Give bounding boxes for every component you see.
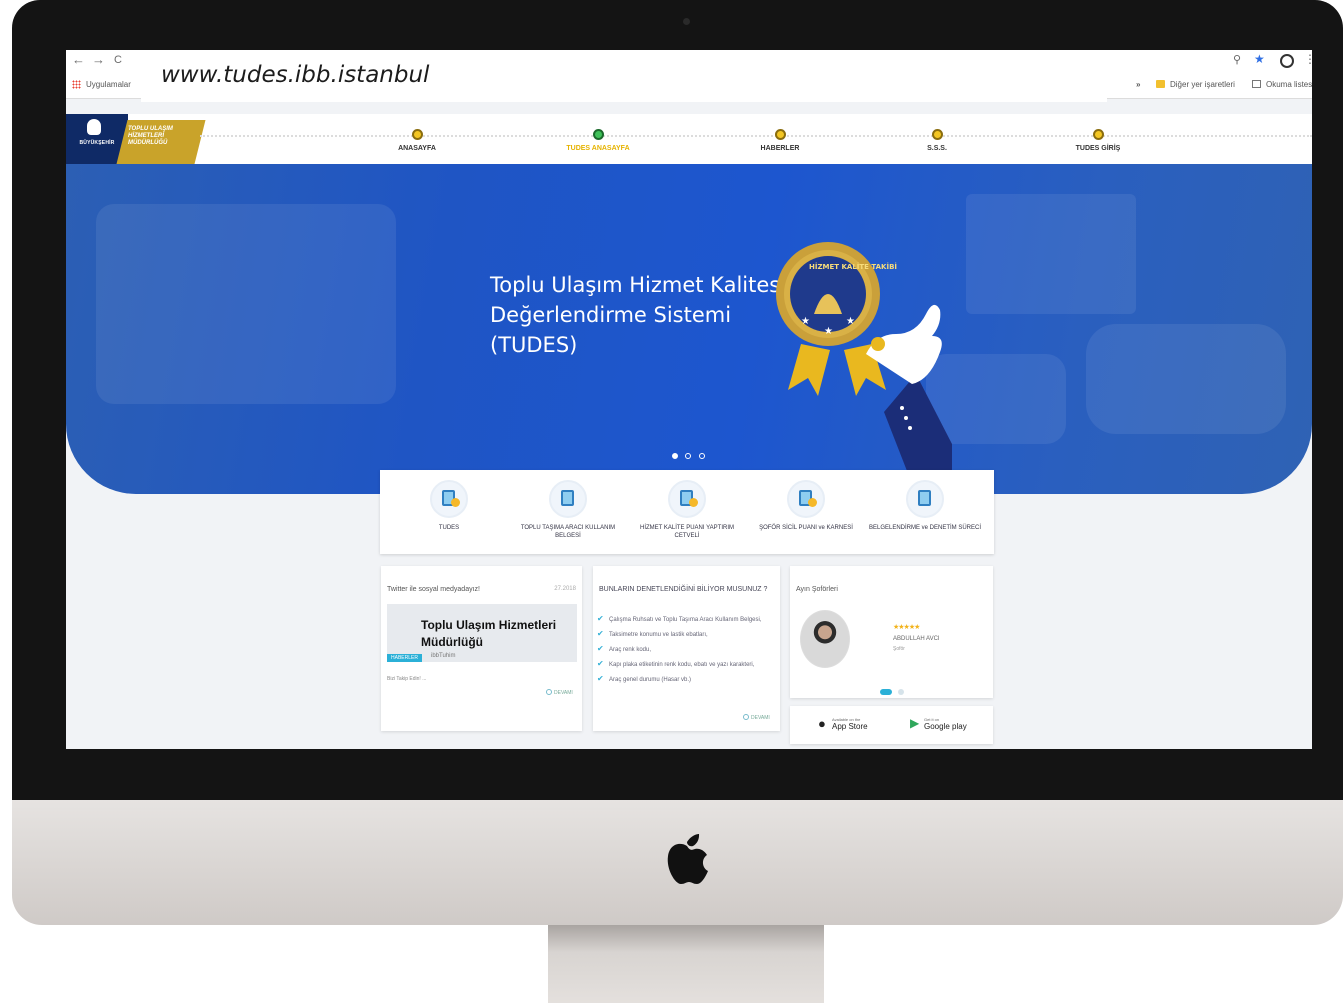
nav-dot — [931, 129, 943, 140]
apps-bookmark[interactable]: Uygulamalar — [86, 80, 131, 89]
nav-label: ANASAYFA — [398, 145, 436, 152]
folder-icon — [1156, 80, 1165, 88]
carousel-dots — [672, 446, 712, 459]
social-card-date: 27.2018 — [554, 586, 576, 592]
quick-link-certification[interactable]: BELGELENDİRME ve DENETİM SÜRECİ — [866, 480, 984, 532]
nav-item-sss[interactable]: S.S.S. — [892, 129, 982, 152]
star-icon[interactable]: ★ — [1254, 52, 1265, 66]
rating-stars: ★★★★★ — [893, 624, 920, 631]
back-button[interactable]: ← — [72, 53, 85, 67]
list-item: Araç genel durumu (Hasar vb.) — [597, 675, 781, 684]
inspection-list: Çalışma Ruhsatı ve Toplu Taşıma Aracı Ku… — [597, 615, 781, 691]
screen: ← → C ⚲ ★ ⋮ Uygulamalar » Diğer yer işar… — [66, 50, 1312, 749]
app-download-card: ● Available on the App Store ▶ Get it on… — [790, 706, 993, 744]
drivers-slider-dots — [880, 682, 906, 700]
nav-item-tudes-giris[interactable]: TUDES GİRİŞ — [1053, 129, 1143, 152]
google-play-label: Google play — [924, 722, 967, 731]
imac-stand — [548, 925, 824, 1003]
quick-link-label: HİZMET KALİTE PUANI YAPTIRIM CETVELİ — [639, 525, 735, 539]
slider-dot-2[interactable] — [898, 689, 905, 695]
svg-text:★: ★ — [801, 316, 810, 327]
app-store-label: App Store — [832, 722, 868, 731]
url-text[interactable]: www.tudes.ibb.istanbul — [161, 62, 429, 88]
search-icon[interactable]: ⚲ — [1233, 53, 1241, 66]
quick-link-sanction-table[interactable]: HİZMET KALİTE PUANI YAPTIRIM CETVELİ — [628, 480, 746, 540]
driver-role: Şoför — [893, 646, 905, 652]
social-media-card: Twitter ile sosyal medyadayız! 27.2018 T… — [381, 566, 582, 731]
nav-dot — [411, 129, 423, 140]
google-play-icon: ▶ — [910, 716, 920, 730]
nav-label: S.S.S. — [927, 145, 947, 152]
apple-icon: ● — [818, 716, 826, 731]
ibb-emblem-icon — [87, 119, 101, 135]
other-bookmarks[interactable]: Diğer yer işaretleri — [1170, 80, 1235, 89]
driver-name: ABDULLAH AVCI — [893, 636, 940, 642]
nav-dot-active — [592, 129, 604, 140]
document-icon — [549, 480, 587, 518]
list-item: Kapı plaka etiketinin renk kodu, ebatı v… — [597, 660, 781, 669]
profile-icon[interactable] — [1280, 54, 1294, 68]
follow-text: Bizi Takip Edin! ... — [387, 676, 427, 682]
nav-item-anasayfa[interactable]: ANASAYFA — [372, 129, 462, 152]
seal-label: HİZMET KALİTE TAKİBİ — [809, 262, 897, 271]
nav-dot — [774, 129, 786, 140]
social-card-header: Twitter ile sosyal medyadayız! — [387, 586, 480, 593]
site-logo[interactable]: BÜYÜKŞEHİR TOPLU ULAŞIM HİZMETLERİ MÜDÜR… — [66, 114, 206, 164]
nav-label: TUDES ANASAYFA — [566, 145, 630, 152]
site-header: BÜYÜKŞEHİR TOPLU ULAŞIM HİZMETLERİ MÜDÜR… — [66, 114, 1312, 164]
apps-grid-icon[interactable] — [72, 80, 81, 89]
social-more-link[interactable]: DEVAMI — [546, 689, 573, 696]
quick-link-label: TOPLU TAŞIMA ARACI KULLANIM BELGESİ — [520, 525, 616, 539]
quick-link-label: TUDES — [438, 525, 460, 531]
list-item: Çalışma Ruhsatı ve Toplu Taşıma Aracı Ku… — [597, 615, 781, 624]
certificate-icon — [906, 480, 944, 518]
nav-item-haberler[interactable]: HABERLER — [735, 129, 825, 152]
quick-links-bar: TUDES TOPLU TAŞIMA ARACI KULLANIM BELGES… — [380, 470, 994, 554]
list-item: Taksimetre konumu ve lastik ebatları, — [597, 630, 781, 639]
ticket-icon — [668, 480, 706, 518]
inspection-card: BUNLARIN DENETLENDİĞİNİ BİLİYOR MUSUNUZ … — [593, 566, 780, 731]
slider-dot-1[interactable] — [880, 689, 892, 695]
apple-logo-icon — [667, 834, 708, 884]
reading-list[interactable]: Okuma listesi — [1266, 80, 1312, 89]
avatar[interactable] — [800, 610, 850, 668]
reading-list-icon — [1252, 80, 1261, 88]
more-bookmarks-button[interactable]: » — [1136, 80, 1140, 89]
url-callout: www.tudes.ibb.istanbul — [141, 50, 1107, 102]
nav-dot — [1092, 129, 1104, 140]
seal-icon: HİZMET KALİTE TAKİBİ ★ ★ ★ — [776, 242, 897, 346]
carousel-dot-3[interactable] — [698, 453, 705, 459]
carousel-dot-1[interactable] — [672, 453, 678, 459]
quick-link-label: BELGELENDİRME ve DENETİM SÜRECİ — [868, 525, 982, 531]
logo-institution: BÜYÜKŞEHİR — [79, 140, 115, 146]
news-badge: HABERLER — [387, 654, 422, 662]
hand-icon — [866, 304, 952, 494]
quick-link-tudes[interactable]: TUDES — [390, 480, 508, 532]
nav-label: TUDES GİRİŞ — [1075, 145, 1121, 152]
quick-link-driver-record[interactable]: ŞOFÖR SİCİL PUANI ve KARNESİ — [747, 480, 865, 532]
tudes-icon — [430, 480, 468, 518]
quick-link-vehicle-document[interactable]: TOPLU TAŞIMA ARACI KULLANIM BELGESİ — [509, 480, 627, 540]
forward-button[interactable]: → — [92, 53, 105, 67]
svg-text:★: ★ — [824, 326, 833, 337]
quick-link-label: ŞOFÖR SİCİL PUANI ve KARNESİ — [759, 525, 853, 531]
nav-label: HABERLER — [760, 145, 800, 152]
logo-department: TOPLU ULAŞIM HİZMETLERİ MÜDÜRLÜĞÜ — [128, 126, 173, 146]
news-sub: ibbTuhim — [431, 653, 456, 659]
quality-seal-illustration: HİZMET KALİTE TAKİBİ ★ ★ ★ — [776, 242, 952, 494]
news-title: Toplu Ulaşım Hizmetleri Müdürlüğü — [421, 618, 557, 649]
report-icon — [787, 480, 825, 518]
menu-icon[interactable]: ⋮ — [1304, 52, 1312, 66]
inspection-title: BUNLARIN DENETLENDİĞİNİ BİLİYOR MUSUNUZ … — [599, 586, 768, 593]
list-item: Araç renk kodu, — [597, 645, 781, 654]
nav-item-tudes-anasayfa[interactable]: TUDES ANASAYFA — [553, 129, 643, 152]
drivers-card: Ayın Şoförleri ★★★★★ ABDULLAH AVCI Şoför — [790, 566, 993, 698]
inspection-more-link[interactable]: DEVAMI — [743, 714, 770, 721]
reload-button[interactable]: C — [114, 53, 122, 67]
hero-banner: Toplu Ulaşım Hizmet Kalitesi Değerlendir… — [66, 164, 1312, 494]
svg-text:★: ★ — [846, 316, 855, 327]
camera — [683, 18, 690, 25]
drivers-card-header: Ayın Şoförleri — [796, 586, 838, 593]
